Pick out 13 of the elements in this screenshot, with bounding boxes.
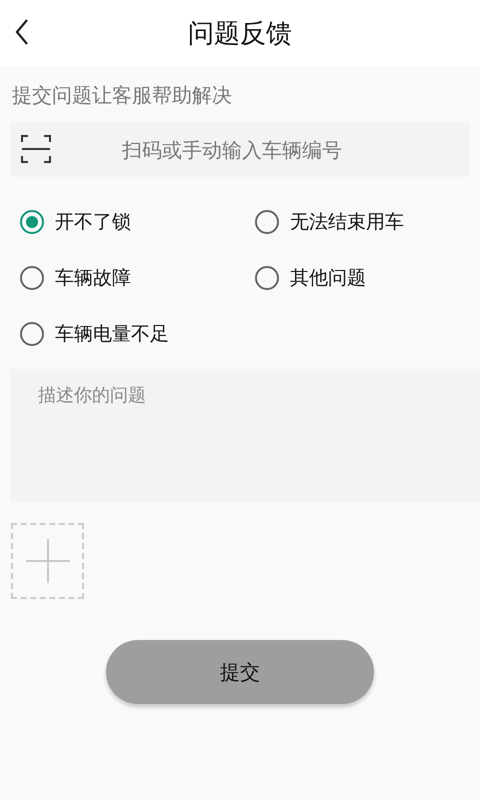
section-subtitle: 提交问题让客服帮助解决 <box>11 82 233 109</box>
issue-radio-option[interactable]: 无法结束用车 <box>255 210 480 234</box>
issue-radio-option[interactable]: 其他问题 <box>255 266 480 290</box>
issue-radio-option[interactable]: 开不了锁 <box>20 210 255 234</box>
back-icon <box>14 18 30 46</box>
vehicle-number-field[interactable]: 扫码或手动输入车辆编号 <box>11 122 469 177</box>
issue-radio-option[interactable]: 车辆电量不足 <box>20 322 255 346</box>
issue-radio-option[interactable]: 车辆故障 <box>20 266 255 290</box>
plus-icon <box>24 537 72 585</box>
page-title: 问题反馈 <box>188 18 292 50</box>
description-field[interactable]: 描述你的问题 <box>11 369 480 502</box>
back-button[interactable] <box>14 18 30 46</box>
submit-button[interactable]: 提交 <box>106 640 374 704</box>
